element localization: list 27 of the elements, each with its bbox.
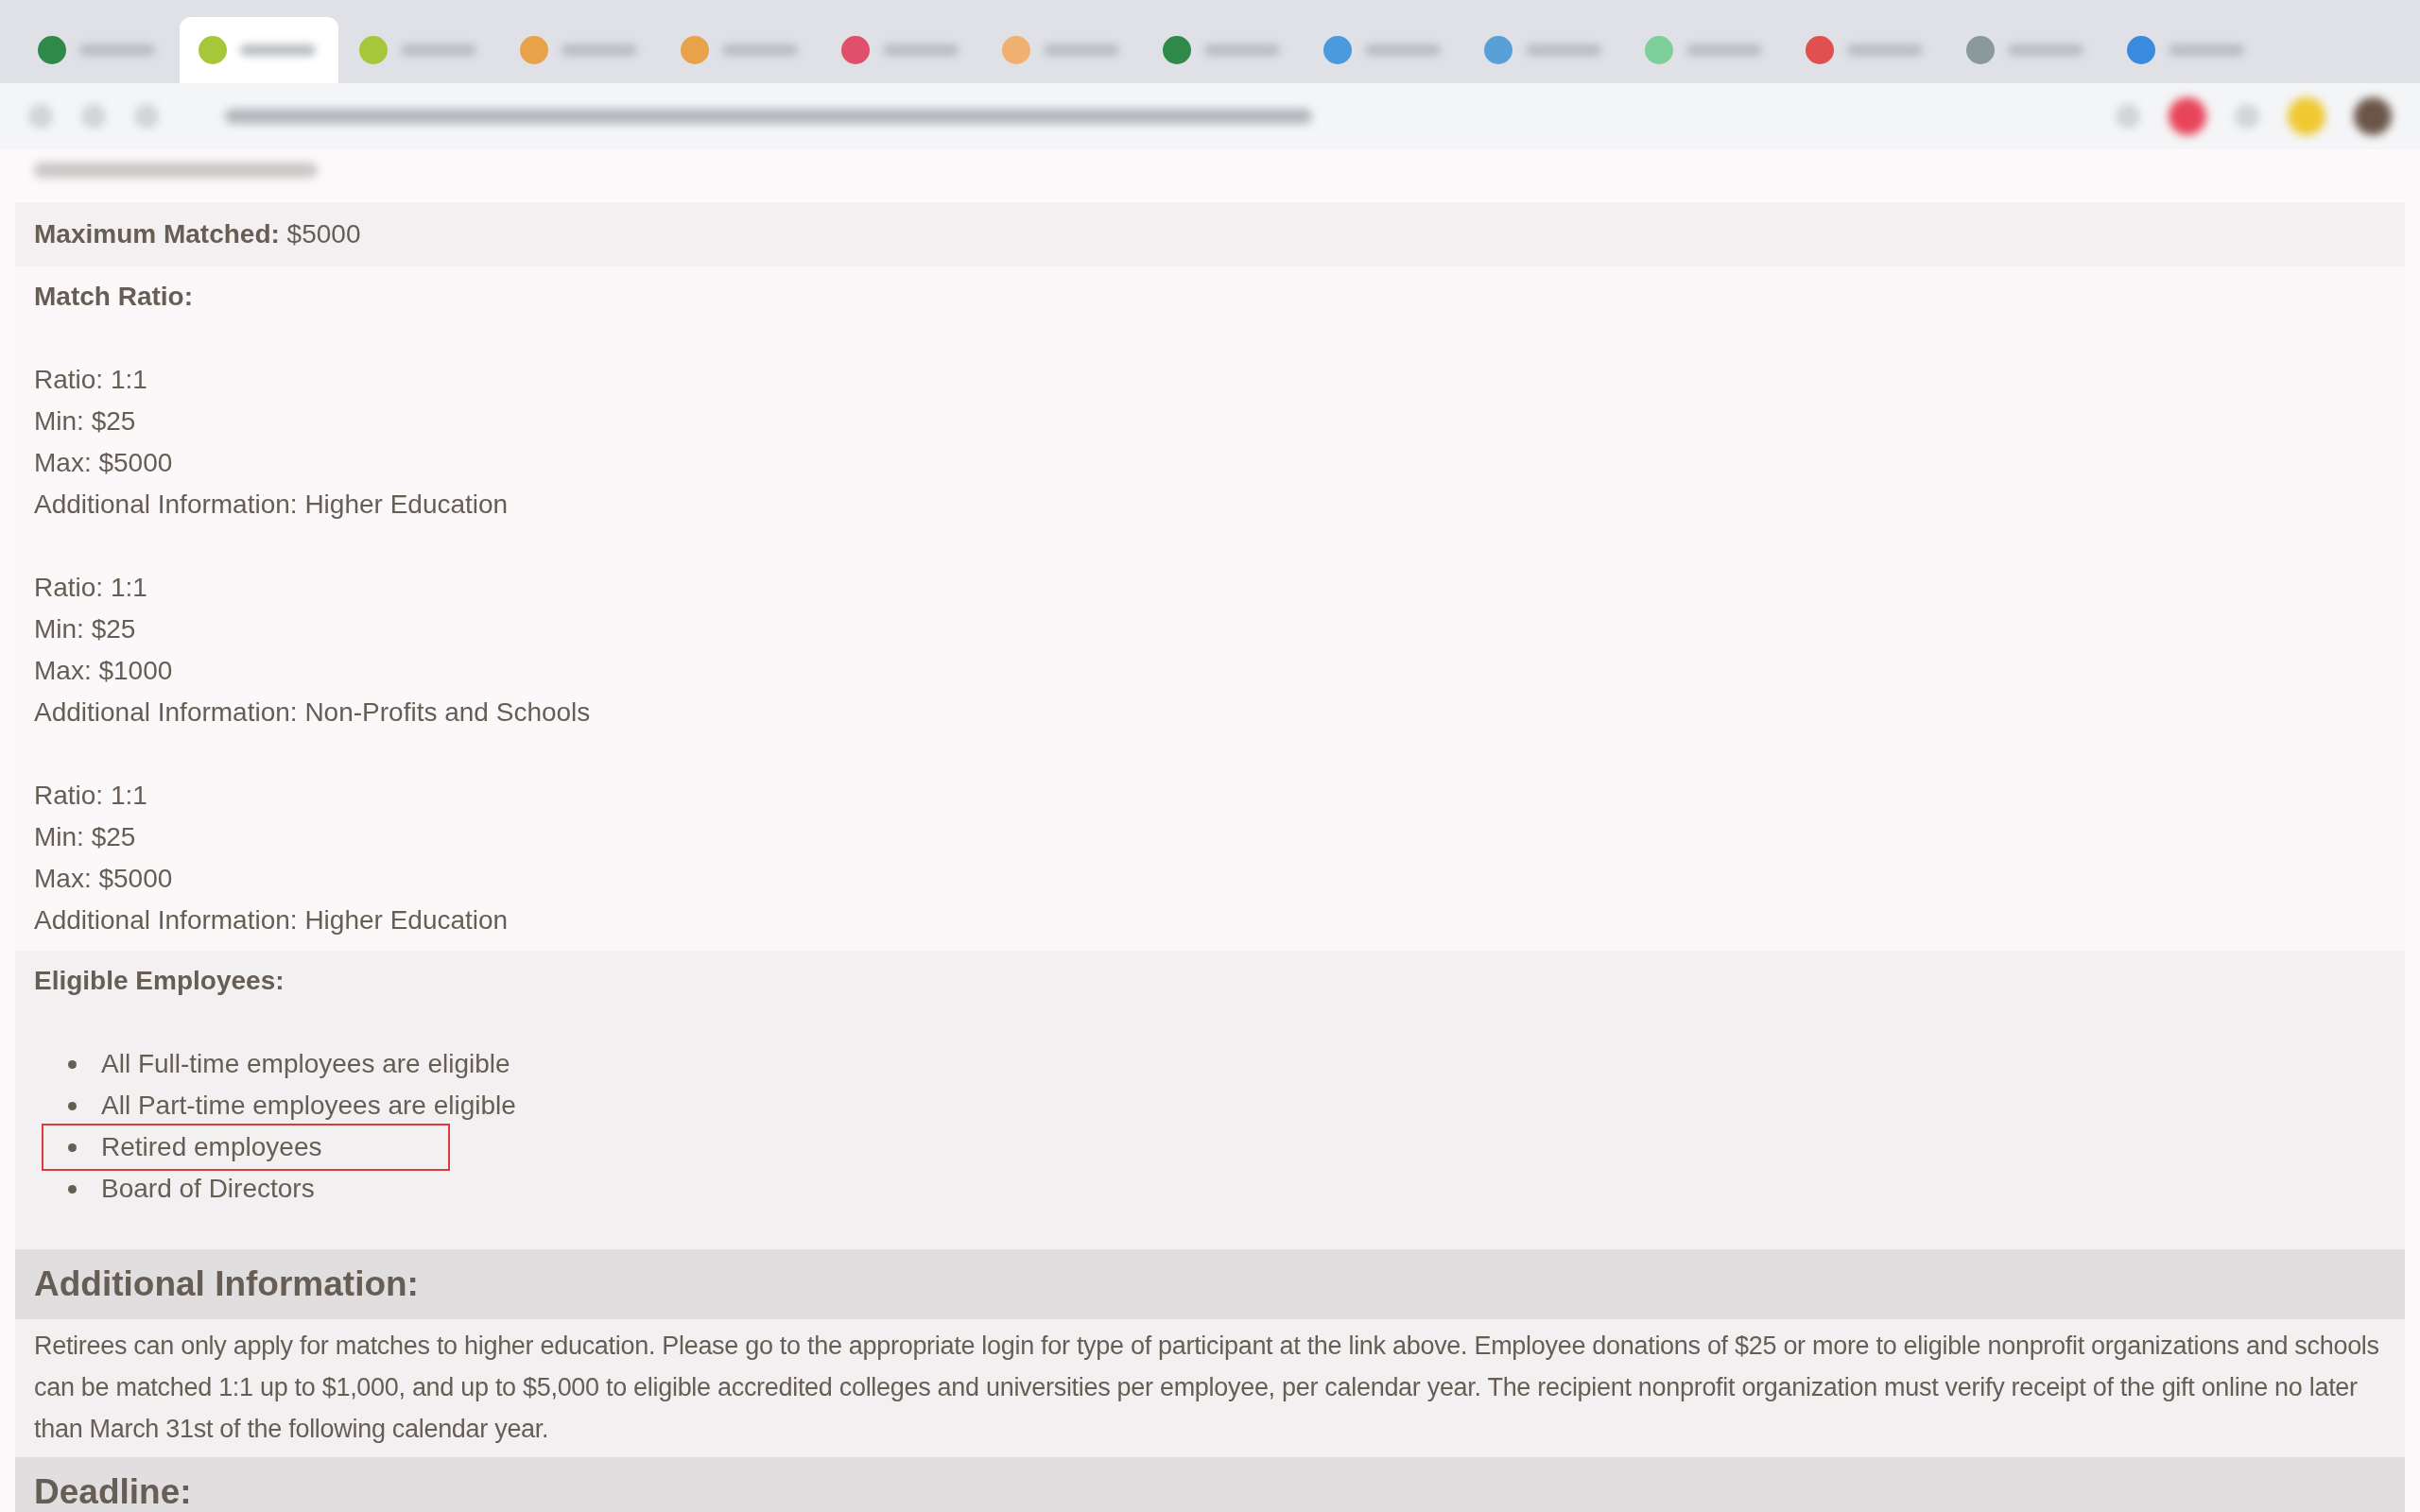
ratio-line: Ratio: 1:1 [34,364,148,396]
ratio-line: Max: $5000 [34,447,174,479]
list-item-text: Retired employees [101,1131,322,1163]
bullet-icon [68,1184,77,1194]
ratio-line: Additional Information: Higher Education [34,904,510,936]
ratio-line: Max: $5000 [34,863,174,895]
heading-text: Deadline: [34,1472,192,1511]
list-item-text: Board of Directors [101,1173,315,1205]
browser-tab[interactable] [180,17,338,83]
ratio-line: Ratio: 1:1 [34,780,148,812]
list-item-text: All Full-time employees are eligible [101,1048,510,1080]
bullet-icon [68,1059,77,1069]
maximum-matched-text: Maximum Matched: $5000 [34,219,361,249]
match-ratio-title: Match Ratio: [34,281,194,313]
eligible-employees-title: Eligible Employees: [34,965,285,997]
ratio-line: Ratio: 1:1 [34,572,148,604]
bullet-icon [68,1101,77,1110]
bullet-icon [68,1143,77,1152]
list-item-text: All Part-time employees are eligible [101,1090,516,1122]
additional-info-text: Retirees can only apply for matches to higher education. Please go to the appropriate login for type of participant at the link above. Employee donations of $25 or more to eligible nonprofit organizations and schools can be matched 1:1 up to $1,000, and up to $5,000 to eligible accredited colleges and universities per employee, per calendar year. The recipient nonprofit organization must verify receipt of the gift online no later than March 31st of the following calendar year. [34,1331,2380,1445]
ratio-line: Min: $25 [34,821,137,853]
ratio-line: Min: $25 [34,405,137,438]
ratio-line: Max: $1000 [34,655,174,687]
ratio-line: Additional Information: Non-Profits and Schools [34,696,592,729]
ratio-line: Additional Information: Higher Education [34,489,510,521]
heading-text: Additional Information: [34,1264,419,1303]
ratio-line: Min: $25 [34,613,137,645]
